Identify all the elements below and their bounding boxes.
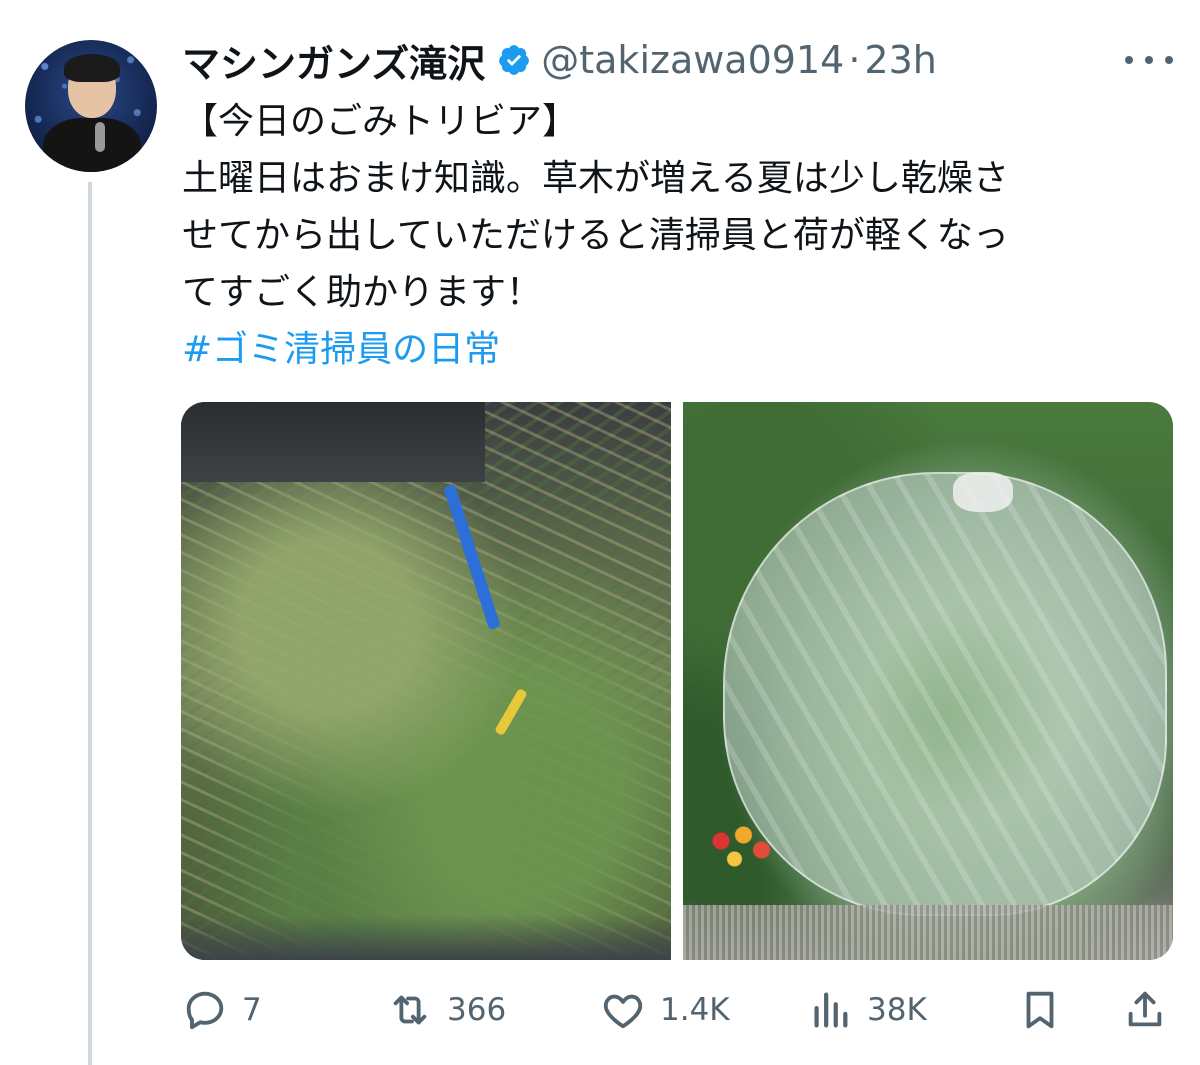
verified-badge-icon[interactable]: [497, 43, 531, 77]
gravel-ground: [683, 905, 1173, 960]
avatar-hair: [64, 54, 120, 82]
heart-icon: [603, 994, 643, 1029]
bag-knot: [953, 472, 1013, 512]
timestamp[interactable]: 23h: [864, 38, 936, 82]
photo-plastic-bag[interactable]: [683, 402, 1173, 960]
tweet-text-line: てすごく助かります！: [182, 272, 543, 313]
views-button[interactable]: 38K: [807, 985, 927, 1035]
tweet-header: マシンガンズ滝沢 @takizawa0914 · 23h: [182, 30, 937, 90]
hashtag-link[interactable]: #ゴミ清掃員の日常: [182, 321, 1172, 378]
avatar-microphone: [95, 122, 105, 152]
like-button[interactable]: 1.4K: [600, 985, 730, 1035]
blue-tape: [443, 483, 501, 631]
thread-line: [88, 182, 92, 1065]
share-icon: [1128, 991, 1162, 1027]
photo-grass-clippings[interactable]: [181, 402, 671, 960]
bin-bottom: [181, 915, 671, 960]
avatar[interactable]: [25, 40, 157, 172]
dot: [1165, 56, 1173, 64]
user-handle[interactable]: @takizawa0914: [541, 38, 844, 82]
avatar-body: [43, 118, 141, 172]
separator-dot: ·: [848, 38, 861, 82]
reply-icon: [186, 991, 224, 1030]
tweet-text-line: 【今日のごみトリビア】: [182, 101, 579, 142]
like-count: 1.4K: [660, 992, 730, 1028]
tweet-text: 【今日のごみトリビア】 土曜日はおまけ知識。草木が増える夏は少し乾燥さ せてから…: [182, 93, 1172, 378]
bin-edge: [181, 402, 485, 482]
retweet-icon: [393, 995, 427, 1025]
reply-count: 7: [242, 992, 262, 1028]
bookmark-icon: [1026, 991, 1054, 1029]
media-grid: [181, 402, 1173, 960]
retweet-count: 366: [447, 992, 507, 1028]
more-options-icon[interactable]: [1125, 45, 1173, 75]
flowers: [703, 817, 793, 877]
dot: [1145, 56, 1153, 64]
bookmark-button[interactable]: [1017, 985, 1077, 1035]
reply-button[interactable]: 7: [182, 985, 262, 1035]
tweet-text-line: 土曜日はおまけ知識。草木が増える夏は少し乾燥さ: [182, 158, 1009, 199]
views-chart-icon: [814, 992, 848, 1028]
yellow-tape: [494, 687, 528, 737]
display-name[interactable]: マシンガンズ滝沢: [182, 33, 485, 88]
views-count: 38K: [867, 992, 927, 1028]
dot: [1125, 56, 1133, 64]
tweet-text-line: せてから出していただけると清掃員と荷が軽くなっ: [182, 215, 1009, 256]
share-button[interactable]: [1122, 985, 1182, 1035]
retweet-button[interactable]: 366: [387, 985, 506, 1035]
action-bar: 7 366 1.4K 38K: [182, 985, 1172, 1035]
